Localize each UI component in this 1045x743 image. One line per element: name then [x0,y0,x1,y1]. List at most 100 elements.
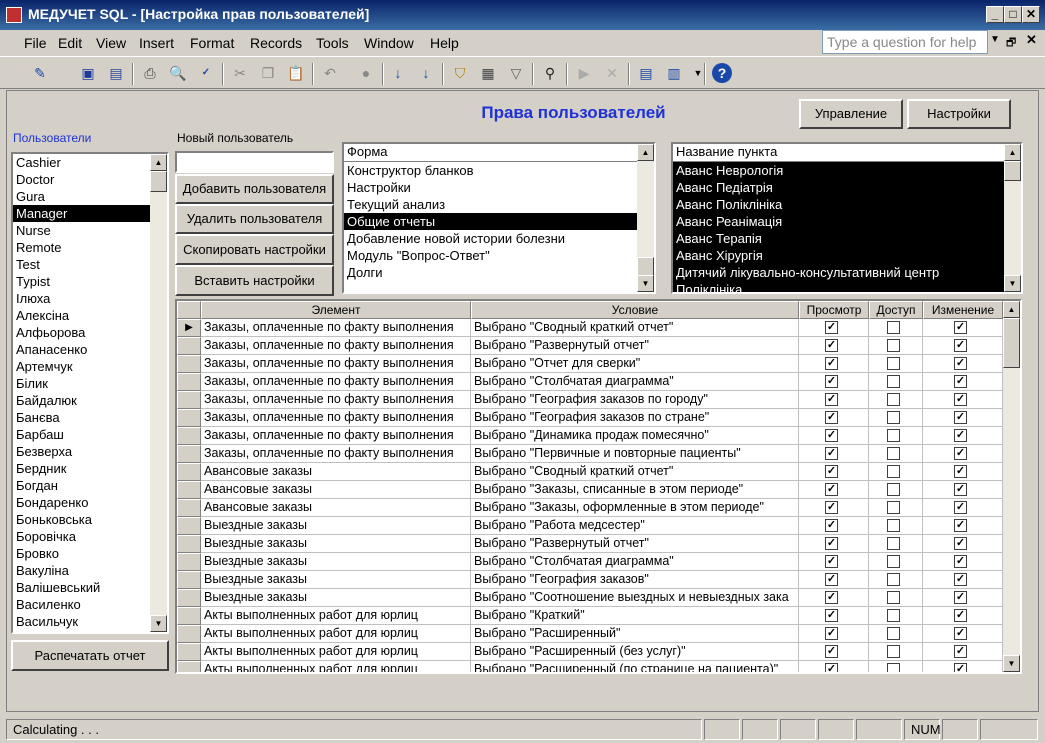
grid-row[interactable]: Заказы, оплаченные по факту выполнения Вы… [177,337,1005,355]
view-checkbox[interactable]: ✓ [825,591,838,604]
user-item[interactable]: Бондаренко [13,494,150,511]
view-checkbox[interactable]: ✓ [825,627,838,640]
cell-element[interactable]: Заказы, оплаченные по факту выполнения [201,427,471,445]
cell-element[interactable]: Авансовые заказы [201,499,471,517]
edit-checkbox[interactable]: ✓ [954,537,967,550]
row-selector[interactable] [177,643,201,661]
file-search-icon[interactable]: ▤ [106,63,126,83]
access-checkbox[interactable] [887,483,900,496]
cell-condition[interactable]: Выбрано "Расширенный (без услуг)" [471,643,799,661]
user-item[interactable]: Байдалюк [13,392,150,409]
cell-condition[interactable]: Выбрано "География заказов" [471,571,799,589]
print-report-button[interactable]: Распечатать отчет [11,640,169,671]
scroll-up-icon[interactable]: ▲ [637,144,654,161]
row-selector[interactable] [177,535,201,553]
grid-scrollbar[interactable]: ▲ ▼ [1003,301,1020,672]
filter-by-form-icon[interactable]: ▦ [478,63,498,83]
menu-help[interactable]: Help [430,35,459,51]
database-window-icon[interactable]: ▤ [636,63,656,83]
edit-checkbox[interactable]: ✓ [954,465,967,478]
scroll-thumb[interactable] [1003,318,1020,368]
user-item[interactable]: Test [13,256,150,273]
cell-element[interactable]: Заказы, оплаченные по факту выполнения [201,355,471,373]
cell-condition[interactable]: Выбрано "Первичные и повторные пациенты" [471,445,799,463]
scroll-down-icon[interactable]: ▼ [150,615,167,632]
scroll-down-icon[interactable]: ▼ [1004,275,1021,292]
maximize-button[interactable]: □ [1004,6,1022,23]
user-item[interactable]: Manager [13,205,150,222]
form-item[interactable]: Конструктор бланков [344,162,637,179]
view-checkbox[interactable]: ✓ [825,465,838,478]
access-checkbox[interactable] [887,645,900,658]
rights-grid[interactable]: Элемент Условие Просмотр Доступ Изменени… [175,299,1022,674]
edit-checkbox[interactable]: ✓ [954,411,967,424]
cut-icon[interactable]: ✂ [230,63,250,83]
user-item[interactable]: Бровко [13,545,150,562]
form-item[interactable]: Долги [344,264,637,281]
grid-row[interactable]: Акты выполненных работ для юрлиц Выбрано … [177,661,1005,672]
edit-checkbox[interactable]: ✓ [954,393,967,406]
help-icon[interactable]: ? [712,63,732,83]
print-icon[interactable]: ⎙ [140,63,160,83]
access-checkbox[interactable] [887,519,900,532]
user-item[interactable]: Вакуліна [13,562,150,579]
spelling-icon[interactable]: ✓ [196,63,216,83]
cell-condition[interactable]: Выбрано "Столбчатая диаграмма" [471,373,799,391]
form-item[interactable]: Модуль "Вопрос-Ответ" [344,247,637,264]
menu-insert[interactable]: Insert [139,35,174,51]
cell-element[interactable]: Авансовые заказы [201,481,471,499]
users-scrollbar[interactable]: ▲ ▼ [150,154,167,632]
cell-element[interactable]: Авансовые заказы [201,463,471,481]
cell-element[interactable]: Акты выполненных работ для юрлиц [201,607,471,625]
help-question-input[interactable]: Type a question for help [822,30,988,54]
edit-checkbox[interactable]: ✓ [954,519,967,532]
cell-element[interactable]: Акты выполненных работ для юрлиц [201,625,471,643]
view-checkbox[interactable]: ✓ [825,447,838,460]
user-item[interactable]: Gura [13,188,150,205]
cell-element[interactable]: Заказы, оплаченные по факту выполнения [201,319,471,337]
view-checkbox[interactable]: ✓ [825,429,838,442]
view-checkbox[interactable]: ✓ [825,375,838,388]
grid-row[interactable]: Заказы, оплаченные по факту выполнения Вы… [177,427,1005,445]
access-checkbox[interactable] [887,375,900,388]
cell-condition[interactable]: Выбрано "Сводный краткий отчет" [471,463,799,481]
edit-checkbox[interactable]: ✓ [954,447,967,460]
cell-condition[interactable]: Выбрано "Сводный краткий отчет" [471,319,799,337]
view-checkbox[interactable]: ✓ [825,321,838,334]
user-item[interactable]: Апанасенко [13,341,150,358]
cell-condition[interactable]: Выбрано "Заказы, оформленные в этом пери… [471,499,799,517]
form-item[interactable]: Общие отчеты [344,213,637,230]
point-item[interactable]: Аванс Неврологія [673,162,1004,179]
row-selector[interactable] [177,571,201,589]
access-checkbox[interactable] [887,573,900,586]
cell-condition[interactable]: Выбрано "Расширенный (по странице на пац… [471,661,799,672]
scroll-up-icon[interactable]: ▲ [150,154,167,171]
settings-button[interactable]: Настройки [907,99,1011,129]
point-item[interactable]: Аванс Педіатрія [673,179,1004,196]
form-item[interactable]: Настройки [344,179,637,196]
delete-record-icon[interactable]: ✕ [602,63,622,83]
access-checkbox[interactable] [887,321,900,334]
delete-user-button[interactable]: Удалить пользователя [175,204,334,234]
restore-child-icon[interactable]: 🗗 [1006,34,1016,53]
user-item[interactable]: Боньковська [13,511,150,528]
grid-row[interactable]: Выездные заказы Выбрано "География заказо… [177,571,1005,589]
edit-checkbox[interactable]: ✓ [954,573,967,586]
edit-checkbox[interactable]: ✓ [954,501,967,514]
access-checkbox[interactable] [887,627,900,640]
grid-row[interactable]: Заказы, оплаченные по факту выполнения Вы… [177,445,1005,463]
user-item[interactable]: Алексіна [13,307,150,324]
help-dropdown-icon[interactable]: ▼ [990,34,1000,45]
save-icon[interactable]: ▣ [78,63,98,83]
view-checkbox[interactable]: ✓ [825,357,838,370]
manage-button[interactable]: Управление [799,99,903,129]
grid-row[interactable]: Авансовые заказы Выбрано "Заказы, оформле… [177,499,1005,517]
cell-condition[interactable]: Выбрано "Развернутый отчет" [471,337,799,355]
access-checkbox[interactable] [887,339,900,352]
edit-checkbox[interactable]: ✓ [954,663,967,672]
view-checkbox[interactable]: ✓ [825,519,838,532]
column-header-access[interactable]: Доступ [869,301,923,319]
user-item[interactable]: Remote [13,239,150,256]
access-checkbox[interactable] [887,447,900,460]
view-checkbox[interactable]: ✓ [825,645,838,658]
